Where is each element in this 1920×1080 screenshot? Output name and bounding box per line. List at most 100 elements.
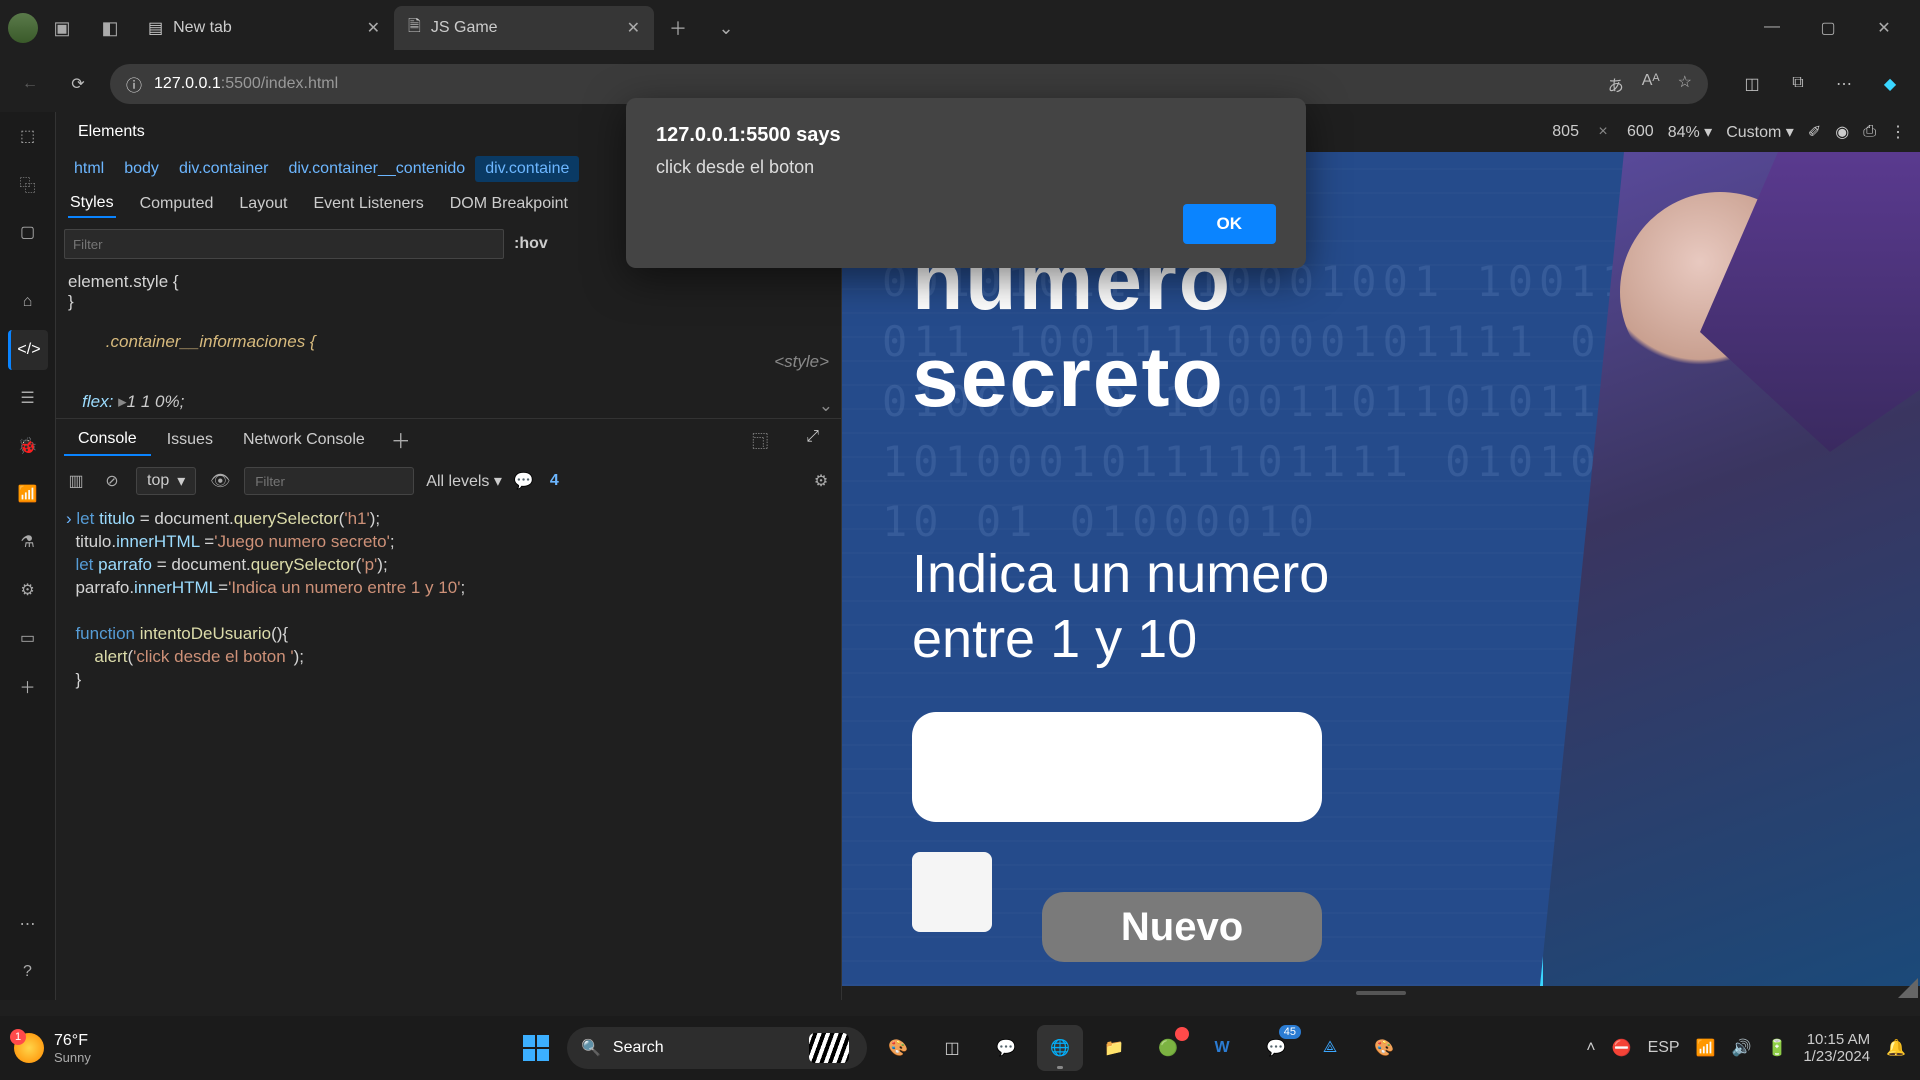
live-expression-icon[interactable]: 👁 [208, 471, 232, 491]
computed-tab[interactable]: Computed [138, 191, 216, 217]
minimize-button[interactable]: — [1744, 18, 1800, 38]
close-window-button[interactable]: ✕ [1856, 18, 1912, 38]
welcome-icon[interactable]: ▢ [8, 212, 48, 252]
device-toolbar-icon[interactable]: ⿻ [8, 164, 48, 204]
close-tab-icon[interactable]: ✕ [627, 18, 640, 38]
styles-filter-input[interactable] [64, 229, 504, 259]
crumb-contenido[interactable]: div.container__contenido [278, 156, 475, 182]
issues-tool-icon[interactable]: 🐞 [8, 426, 48, 466]
context-selector[interactable]: top ▾ [136, 467, 196, 495]
profile-avatar[interactable] [8, 13, 38, 43]
battery-icon[interactable]: 🔋 [1767, 1038, 1787, 1058]
zoom-selector[interactable]: 84% ▾ [1668, 122, 1713, 142]
log-levels-selector[interactable]: All levels ▾ [426, 471, 502, 491]
console-output[interactable]: › let titulo = document.querySelector('h… [56, 502, 841, 1000]
volume-icon[interactable]: 🔊 [1732, 1038, 1752, 1058]
taskbar-search[interactable]: 🔍 Search [567, 1027, 867, 1069]
chrome-app-icon[interactable]: 🟢 [1145, 1025, 1191, 1071]
browser-tab-jsgame[interactable]: 🗎 JS Game ✕ [394, 6, 654, 50]
vscode-app-icon[interactable]: ⟁ [1307, 1025, 1353, 1071]
expand-icon[interactable]: ⌄ [819, 396, 833, 416]
copilot-task-icon[interactable]: 🎨 [875, 1025, 921, 1071]
chat-app-icon[interactable]: 💬 [983, 1025, 1029, 1071]
language-indicator[interactable]: ESP [1648, 1039, 1680, 1057]
performance-tool-icon[interactable]: ⚗ [8, 522, 48, 562]
start-button[interactable] [513, 1025, 559, 1071]
alert-ok-button[interactable]: OK [1183, 204, 1277, 244]
tab-actions-icon[interactable]: ◧ [86, 18, 134, 39]
copilot-icon[interactable]: ◆ [1874, 74, 1906, 94]
close-tab-icon[interactable]: ✕ [367, 18, 380, 38]
new-tab-button[interactable]: ＋ [654, 15, 702, 41]
task-view-icon[interactable]: ◫ [929, 1025, 975, 1071]
dock-popout-icon[interactable]: ⤢ [792, 422, 833, 458]
elements-tool-icon[interactable]: ⌂ [8, 282, 48, 322]
network-console-tab[interactable]: Network Console [229, 425, 379, 455]
more-device-icon[interactable]: ⋮ [1890, 122, 1906, 142]
crumb-container[interactable]: div.container [169, 156, 279, 182]
wifi-icon[interactable]: 📶 [1696, 1038, 1716, 1058]
whatsapp-app-icon[interactable]: 💬45 [1253, 1025, 1299, 1071]
refresh-button[interactable]: ⟳ [62, 68, 94, 100]
dom-breakpoints-tab[interactable]: DOM Breakpoint [448, 191, 570, 217]
styles-tab[interactable]: Styles [68, 190, 116, 218]
edge-app-icon[interactable]: 🌐 [1037, 1025, 1083, 1071]
console-tab[interactable]: Console [64, 424, 151, 456]
styles-pane[interactable]: element.style { } .container__informacio… [56, 266, 841, 418]
number-input[interactable] [912, 712, 1322, 822]
eyedropper-icon[interactable]: ✐ [1808, 122, 1821, 142]
clear-console-icon[interactable]: ⊘ [100, 471, 124, 491]
browser-tab-new[interactable]: ▤ New tab ✕ [134, 6, 394, 50]
back-button[interactable]: ← [14, 68, 46, 100]
issues-tab[interactable]: Issues [153, 425, 227, 455]
dock-side-icon[interactable]: ⿹ [738, 422, 782, 458]
settings-tool-icon[interactable]: ⚙ [8, 570, 48, 610]
nuevo-button[interactable]: Nuevo [1042, 892, 1322, 962]
event-listeners-tab[interactable]: Event Listeners [311, 191, 425, 217]
resize-corner-icon[interactable] [1898, 978, 1918, 998]
rotations-icon[interactable]: ◉ [1835, 122, 1849, 142]
clock[interactable]: 10:15 AM 1/23/2024 [1803, 1031, 1870, 1066]
tab-overflow-icon[interactable]: ⌄ [702, 18, 750, 39]
tray-status-icon[interactable]: ⛔ [1612, 1038, 1632, 1058]
favorite-icon[interactable]: ☆ [1678, 72, 1692, 96]
word-app-icon[interactable]: W [1199, 1025, 1245, 1071]
more-menu-icon[interactable]: ⋯ [1828, 74, 1860, 94]
more-tools-icon[interactable]: ⋯ [8, 904, 48, 944]
console-filter-input[interactable] [244, 467, 414, 495]
read-aloud-icon[interactable]: Aᴬ [1642, 72, 1660, 96]
split-screen-icon[interactable]: ◫ [1736, 74, 1768, 94]
add-drawer-tab-icon[interactable]: ＋ [381, 425, 421, 454]
guess-button[interactable] [912, 852, 992, 932]
crumb-body[interactable]: body [114, 156, 169, 182]
page-preview[interactable]: 001010111 10001001 1001101 0110 011 1001… [842, 152, 1920, 986]
sidebar-toggle-icon[interactable]: ▥ [64, 471, 88, 491]
explorer-app-icon[interactable]: 📁 [1091, 1025, 1137, 1071]
drawer-resize-handle[interactable] [842, 986, 1920, 1000]
screenshot-icon[interactable]: ⎙ [1863, 123, 1876, 141]
workspaces-icon[interactable]: ▣ [38, 18, 86, 39]
viewport-width[interactable]: 805 [1552, 123, 1579, 141]
hov-toggle[interactable]: :hov [514, 235, 548, 253]
help-icon[interactable]: ? [8, 952, 48, 992]
device-selector[interactable]: Custom ▾ [1726, 122, 1794, 142]
panel-icon[interactable]: ▭ [8, 618, 48, 658]
application-tool-icon[interactable]: ☰ [8, 378, 48, 418]
notifications-icon[interactable]: 🔔 [1886, 1038, 1906, 1058]
sources-tool-icon[interactable]: </> [8, 330, 48, 370]
layout-tab[interactable]: Layout [237, 191, 289, 217]
elements-tab[interactable]: Elements [66, 119, 157, 145]
tray-overflow-icon[interactable]: ˄ [1586, 1039, 1595, 1057]
network-tool-icon[interactable]: 📶 [8, 474, 48, 514]
issue-badge-icon[interactable]: 💬 [514, 471, 534, 491]
crumb-selected[interactable]: div.containe [475, 156, 579, 182]
collections-icon[interactable]: ⧉ [1782, 74, 1814, 94]
maximize-button[interactable]: ▢ [1800, 18, 1856, 38]
translate-icon[interactable]: あ [1608, 72, 1624, 96]
weather-widget[interactable]: 1 76°F Sunny [14, 1032, 91, 1065]
console-settings-icon[interactable]: ⚙ [809, 471, 833, 491]
crumb-html[interactable]: html [64, 156, 114, 182]
paint-app-icon[interactable]: 🎨 [1361, 1025, 1407, 1071]
site-info-icon[interactable]: ⓘ [126, 72, 142, 96]
viewport-height[interactable]: 600 [1627, 123, 1654, 141]
